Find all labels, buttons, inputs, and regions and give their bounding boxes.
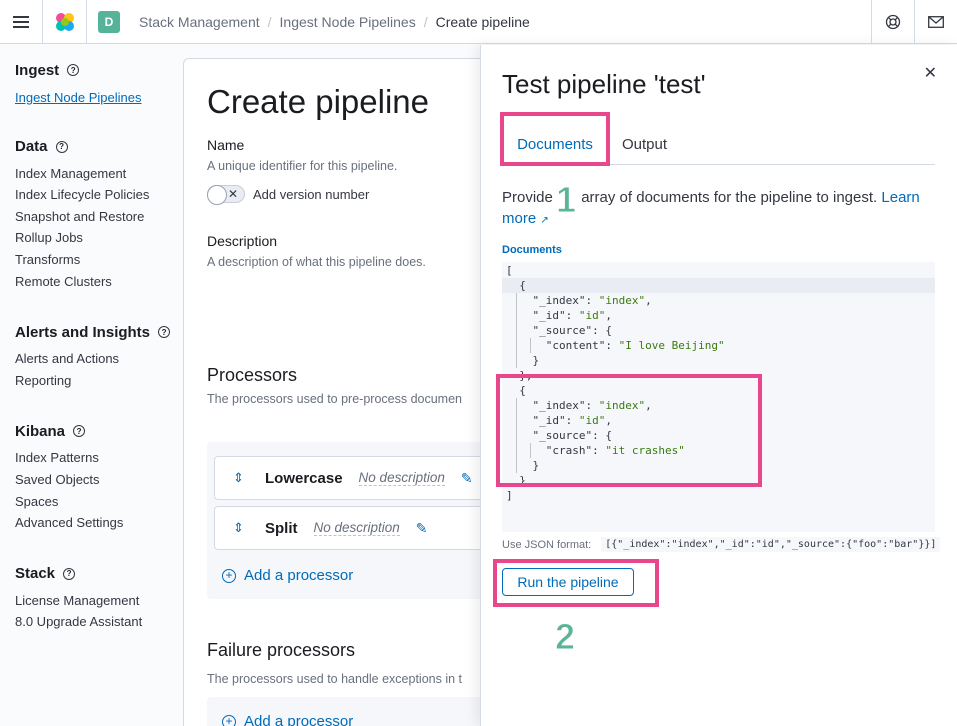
step-number-1: 1: [555, 179, 577, 221]
version-toggle-row: ✕ Add version number: [207, 185, 513, 205]
version-toggle-label: Add version number: [253, 186, 370, 202]
pencil-icon[interactable]: ✎: [461, 470, 473, 487]
help-icon[interactable]: ?: [158, 326, 171, 339]
external-link-icon: ↗: [540, 215, 549, 226]
code-line: "content": "I love Beijing": [545, 339, 725, 352]
close-icon[interactable]: ✕: [924, 63, 937, 83]
flyout-title: Test pipeline 'test': [502, 69, 706, 99]
add-processor-button[interactable]: + Add a processor: [222, 567, 353, 584]
sidebar-item-upgrade-assistant[interactable]: 8.0 Upgrade Assistant: [15, 611, 183, 633]
test-pipeline-flyout: ✕ Test pipeline 'test' Documents Output …: [480, 45, 957, 726]
description-label: Description: [207, 233, 278, 249]
code-line: ]: [506, 489, 513, 502]
breadcrumb-stack-management[interactable]: Stack Management: [139, 14, 260, 30]
sidebar-item-index-patterns[interactable]: Index Patterns: [15, 447, 183, 469]
processors-panel: ⇕ Lowercase No description ✎ ⇕ Split No …: [207, 442, 513, 599]
documents-editor-label: Documents: [502, 244, 562, 256]
sidebar-item-ingest-node-pipelines[interactable]: Ingest Node Pipelines: [15, 87, 183, 109]
code-line: [: [506, 264, 513, 277]
newsfeed-mail-icon[interactable]: [914, 0, 957, 44]
failure-processors-panel: + Add a processor: [207, 697, 513, 726]
processor-description[interactable]: No description: [358, 470, 445, 486]
breadcrumb-separator: /: [267, 13, 272, 30]
processor-card[interactable]: ⇕ Split No description ✎: [214, 506, 513, 550]
sidebar-item-reporting[interactable]: Reporting: [15, 370, 183, 392]
sidebar-item-saved-objects[interactable]: Saved Objects: [15, 469, 183, 491]
nav-group-title: Ingest?: [15, 60, 183, 80]
version-number-switch[interactable]: ✕: [207, 185, 245, 205]
drag-sort-icon[interactable]: ⇕: [233, 470, 249, 486]
pencil-icon[interactable]: ✎: [416, 520, 428, 537]
plus-circle-icon: +: [222, 714, 236, 726]
code-line: "_source": {: [506, 324, 612, 337]
sidebar-item-snapshot-and-restore[interactable]: Snapshot and Restore: [15, 206, 183, 228]
code-line: {: [506, 279, 526, 292]
processors-title: Processors: [207, 365, 298, 385]
sidebar-item-spaces[interactable]: Spaces: [15, 491, 183, 513]
header-actions: [871, 0, 957, 44]
breadcrumb-create-pipeline: Create pipeline: [435, 13, 530, 30]
editor-active-line: [502, 278, 935, 293]
description-help: A description of what this pipeline does…: [207, 255, 426, 269]
sidebar-item-rollup-jobs[interactable]: Rollup Jobs: [15, 227, 183, 249]
breadcrumb-separator: /: [423, 13, 428, 30]
sidebar-item-alerts-and-actions[interactable]: Alerts and Actions: [15, 348, 183, 370]
code-line: "_index": "index",: [532, 294, 652, 307]
create-pipeline-page: Create pipeline Name A unique identifier…: [183, 58, 513, 726]
failure-processors-help: The processors used to handle exceptions…: [207, 672, 463, 686]
processors-help: The processors used to pre-process docum…: [207, 392, 462, 406]
page-title: Create pipeline: [207, 83, 429, 120]
code-line: }: [506, 354, 540, 367]
nav-group-data: Data? Index Management Index Lifecycle P…: [15, 137, 183, 293]
name-help: A unique identifier for this pipeline.: [207, 159, 398, 173]
highlight-run-button: [493, 559, 659, 607]
close-icon: ✕: [227, 187, 238, 201]
name-label: Name: [207, 137, 245, 153]
nav-group-title: Kibana?: [15, 421, 183, 441]
space-avatar[interactable]: D: [98, 10, 120, 33]
help-icon[interactable]: ?: [55, 140, 68, 153]
nav-group-alerts: Alerts and Insights? Alerts and Actions …: [15, 322, 183, 391]
processor-name: Split: [265, 519, 298, 537]
sidebar-item-index-lifecycle-policies[interactable]: Index Lifecycle Policies: [15, 184, 183, 206]
top-header: D Stack Management / Ingest Node Pipelin…: [0, 0, 957, 44]
processor-name: Lowercase: [265, 469, 343, 487]
nav-group-kibana: Kibana? Index Patterns Saved Objects Spa…: [15, 421, 183, 533]
nav-group-stack: Stack? License Management 8.0 Upgrade As…: [15, 564, 183, 633]
json-format-hint: Use JSON format: [{"_index":"index","_id…: [502, 537, 941, 552]
sidebar-item-transforms[interactable]: Transforms: [15, 249, 183, 271]
elastic-logo-icon[interactable]: [43, 0, 87, 44]
sidebar-item-remote-clusters[interactable]: Remote Clusters: [15, 271, 183, 293]
highlight-second-document: [496, 374, 762, 487]
nav-group-ingest: Ingest? Ingest Node Pipelines: [15, 60, 183, 109]
help-icon[interactable]: ?: [63, 567, 76, 580]
drag-sort-icon[interactable]: ⇕: [233, 520, 249, 536]
sidebar-item-license-management[interactable]: License Management: [15, 590, 183, 612]
learn-more-link[interactable]: Learn: [881, 189, 919, 206]
add-failure-processor-button[interactable]: + Add a processor: [222, 713, 353, 726]
sidebar-item-index-management[interactable]: Index Management: [15, 163, 183, 185]
processor-description[interactable]: No description: [313, 520, 400, 536]
highlight-documents-tab: [500, 112, 610, 166]
plus-circle-icon: +: [222, 568, 236, 583]
help-lifebuoy-icon[interactable]: [871, 0, 914, 44]
format-example: [{"_index":"index","_id":"id","_source":…: [601, 537, 941, 552]
step-number-2: 2: [554, 616, 576, 658]
processor-card[interactable]: ⇕ Lowercase No description ✎: [214, 456, 513, 500]
code-line: "_id": "id",: [532, 309, 613, 322]
nav-group-title: Stack?: [15, 564, 183, 584]
breadcrumb: Stack Management / Ingest Node Pipelines…: [139, 14, 530, 30]
format-label: Use JSON format:: [502, 538, 592, 551]
management-sidebar: Ingest? Ingest Node Pipelines Data? Inde…: [0, 45, 183, 726]
nav-group-title: Data?: [15, 137, 183, 157]
sidebar-item-advanced-settings[interactable]: Advanced Settings: [15, 512, 183, 534]
help-icon[interactable]: ?: [73, 425, 86, 438]
hamburger-menu-icon[interactable]: [0, 0, 43, 44]
tab-output[interactable]: Output: [622, 125, 667, 165]
nav-group-title: Alerts and Insights?: [15, 322, 183, 342]
failure-processors-title: Failure processors: [207, 640, 356, 660]
learn-more-link-cont[interactable]: more: [502, 210, 536, 227]
help-icon[interactable]: ?: [67, 64, 80, 76]
breadcrumb-ingest-node-pipelines[interactable]: Ingest Node Pipelines: [280, 14, 416, 30]
